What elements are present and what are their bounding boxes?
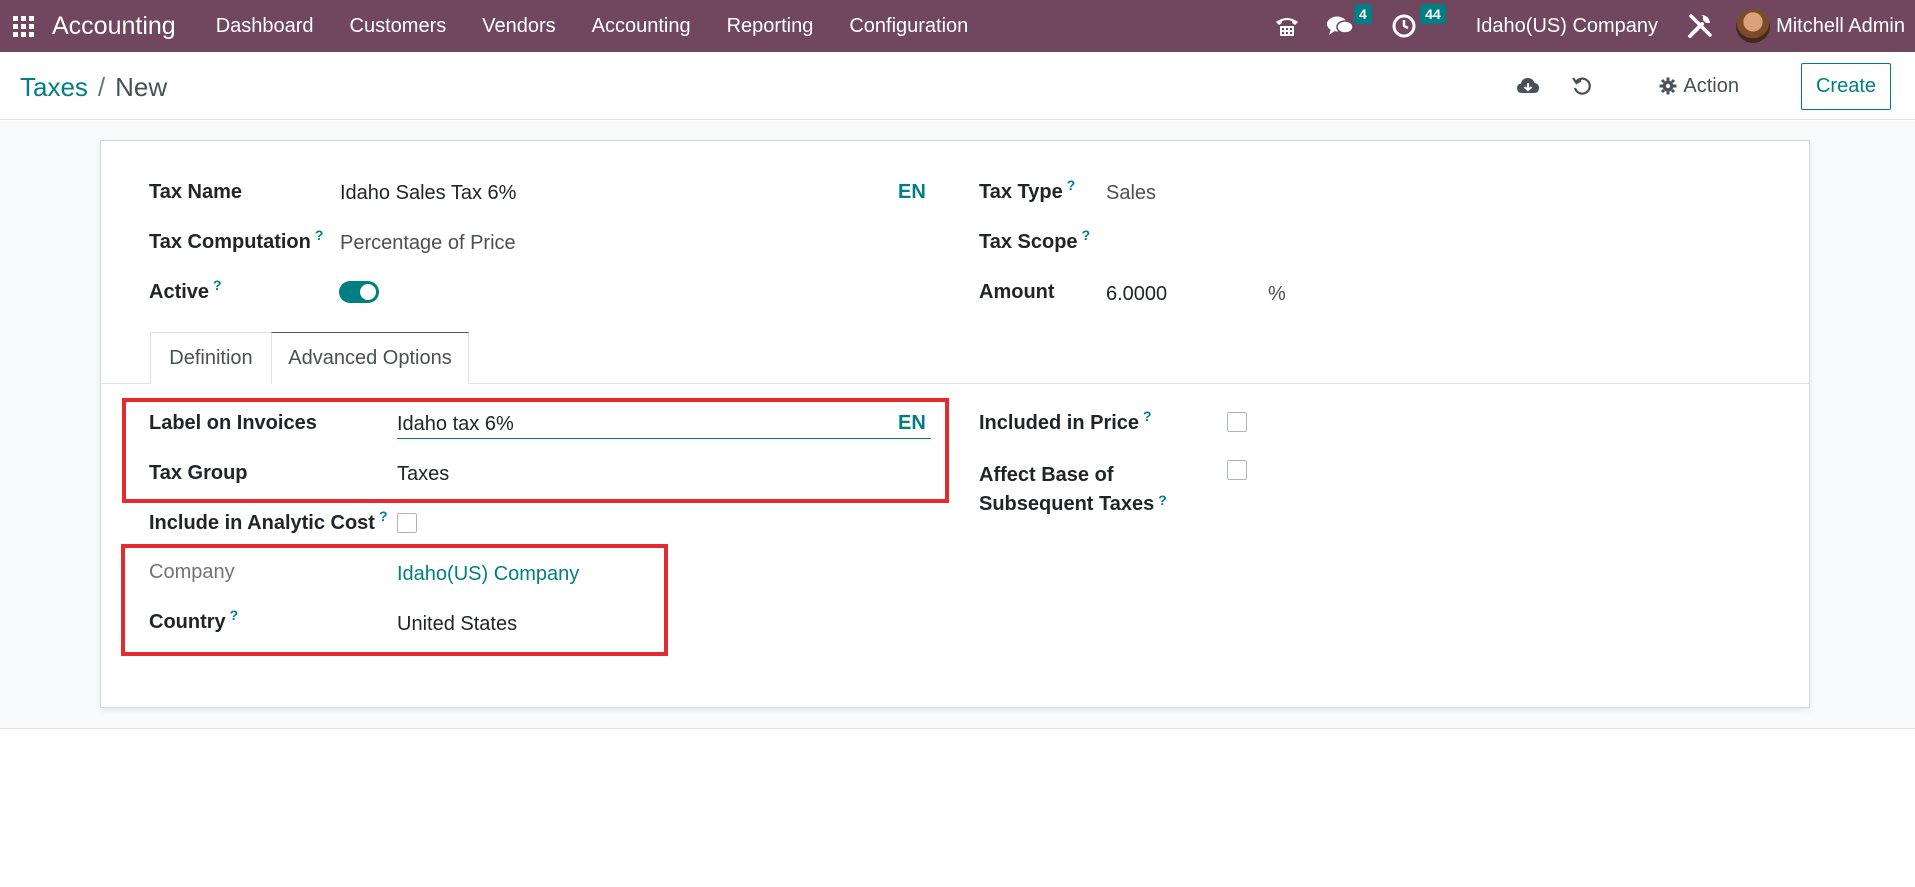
company-label: Company	[149, 561, 235, 583]
menu-accounting[interactable]: Accounting	[574, 15, 709, 38]
menu-customers[interactable]: Customers	[332, 15, 465, 38]
amount-unit: %	[1268, 283, 1286, 305]
help-icon[interactable]: ?	[1143, 408, 1152, 424]
app-name[interactable]: Accounting	[52, 12, 176, 41]
affect-base-label-line1: Affect Base of	[979, 464, 1114, 486]
chat-icon[interactable]: 4	[1326, 4, 1372, 38]
menu-configuration[interactable]: Configuration	[831, 15, 986, 38]
control-panel: Taxes / New Action Create	[0, 52, 1915, 120]
action-button[interactable]: Action	[1659, 75, 1739, 98]
phone-icon[interactable]	[1274, 14, 1300, 38]
tab-advanced-options[interactable]: Advanced Options	[271, 332, 469, 384]
affect-base-label-line2-wrap: Subsequent Taxes?	[979, 490, 1167, 519]
tax-type-select[interactable]: Sales	[1106, 182, 1156, 205]
breadcrumb-taxes[interactable]: Taxes	[20, 72, 88, 103]
menu-vendors[interactable]: Vendors	[464, 15, 573, 38]
affect-base-checkbox[interactable]	[1227, 460, 1247, 480]
tax-computation-label: Tax Computation?	[149, 227, 324, 253]
company-switcher[interactable]: Idaho(US) Company	[1476, 15, 1658, 38]
affect-base-label-line2: Subsequent Taxes	[979, 493, 1155, 515]
tab-definition[interactable]: Definition	[150, 332, 272, 384]
label-on-invoices-lang-button[interactable]: EN	[898, 412, 926, 435]
company-link[interactable]: Idaho(US) Company	[397, 563, 579, 586]
tax-group-select[interactable]: Taxes	[397, 463, 449, 486]
country-select[interactable]: United States	[397, 613, 517, 636]
label-on-invoices-label: Label on Invoices	[149, 412, 317, 434]
tax-name-input[interactable]: Idaho Sales Tax 6%	[340, 182, 516, 205]
control-buttons: Action Create	[1511, 62, 1891, 110]
navbar-right: 4 44 Idaho(US) Company Mitchell Admin	[1274, 0, 1915, 52]
top-navbar: Accounting Dashboard Customers Vendors A…	[0, 0, 1915, 52]
help-icon[interactable]: ?	[1067, 177, 1076, 193]
tax-name-label: Tax Name	[149, 181, 243, 203]
help-icon[interactable]: ?	[379, 508, 388, 524]
menu-dashboard[interactable]: Dashboard	[198, 15, 332, 38]
tax-computation-select[interactable]: Percentage of Price	[340, 232, 516, 255]
menu-reporting[interactable]: Reporting	[709, 15, 832, 38]
breadcrumb-current: New	[115, 72, 168, 102]
user-menu[interactable]: Mitchell Admin	[1736, 9, 1905, 43]
help-icon[interactable]: ?	[1082, 227, 1091, 243]
active-toggle[interactable]	[339, 281, 379, 303]
included-in-price-label: Included in Price?	[979, 408, 1152, 434]
amount-input[interactable]: 6.0000	[1106, 283, 1167, 306]
help-icon[interactable]: ?	[315, 227, 324, 243]
gear-icon	[1659, 77, 1677, 95]
create-button[interactable]: Create	[1800, 62, 1891, 110]
amount-label: Amount	[979, 281, 1055, 303]
tax-scope-label: Tax Scope?	[979, 227, 1091, 253]
country-label: Country?	[149, 607, 239, 633]
tax-group-label: Tax Group	[149, 462, 248, 484]
included-in-price-checkbox[interactable]	[1227, 412, 1247, 432]
main-menu: Dashboard Customers Vendors Accounting R…	[198, 15, 987, 38]
affect-base-label: Affect Base of Subsequent Taxes?	[979, 461, 1167, 519]
help-icon[interactable]: ?	[213, 277, 222, 293]
include-analytic-cost-checkbox[interactable]	[397, 513, 417, 533]
apps-icon[interactable]	[12, 15, 34, 37]
breadcrumb: Taxes / New	[20, 72, 167, 103]
tools-icon[interactable]	[1686, 12, 1714, 40]
active-label: Active?	[149, 277, 222, 303]
help-icon[interactable]: ?	[1158, 492, 1167, 508]
activities-badge: 44	[1420, 4, 1446, 24]
form-sheet	[100, 140, 1810, 708]
discard-icon[interactable]	[1565, 69, 1599, 103]
breadcrumb-separator: /	[97, 72, 106, 102]
tax-scope-select[interactable]	[1106, 232, 1406, 258]
tax-name-lang-button[interactable]: EN	[898, 181, 926, 204]
tax-type-label: Tax Type?	[979, 177, 1076, 203]
user-name: Mitchell Admin	[1776, 14, 1905, 37]
messages-badge: 4	[1353, 4, 1372, 24]
help-icon[interactable]: ?	[230, 607, 239, 623]
action-label: Action	[1683, 74, 1739, 97]
clock-icon[interactable]: 44	[1392, 4, 1446, 38]
save-cloud-icon[interactable]	[1511, 69, 1545, 103]
label-on-invoices-input[interactable]: Idaho tax 6%	[397, 413, 514, 436]
label-on-invoices-underline	[397, 438, 931, 439]
include-analytic-cost-label: Include in Analytic Cost?	[149, 508, 388, 534]
avatar	[1736, 9, 1771, 43]
